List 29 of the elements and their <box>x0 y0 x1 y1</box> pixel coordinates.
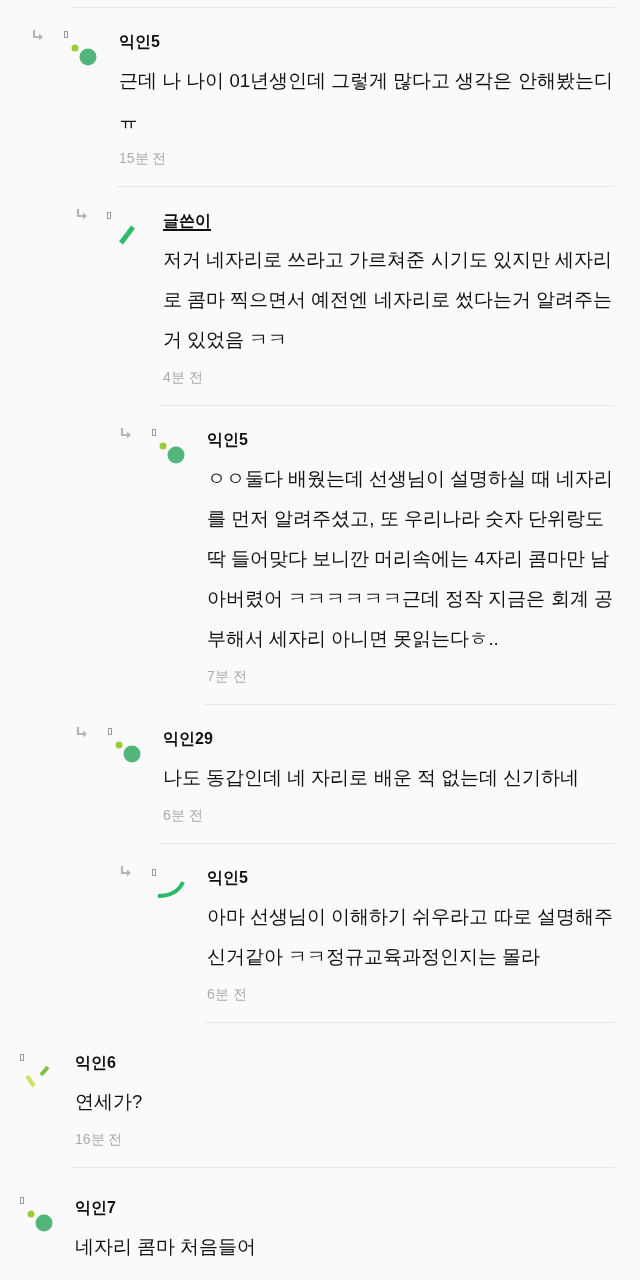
comment-text: ㅇㅇ둘다 배웠는데 선생님이 설명하실 때 네자리를 먼저 알려주셨고, 또 우리나라 숫자 단위랑도 딱 들어맞다 보니깐 머리속에는 4자리 콤마만 남아버렸어 ㅋㅋㅋㅋㅋㅋ근데 정작 지금은 회계 공부해서 세자리 아니면 못읽는다ㅎ.. <box>207 467 614 651</box>
reply-arrow-icon <box>120 428 132 439</box>
reply-arrow-icon <box>120 866 132 877</box>
reply-arrow-icon <box>32 30 44 41</box>
timestamp: 6분 전 <box>207 985 247 1004</box>
author-name: 익인5 <box>207 430 248 450</box>
comment-text: 연세가? <box>75 1090 144 1114</box>
comment-text: 근데 나 나이 01년생인데 그렇게 많다고 생각은 안해봤는디ㅠ <box>119 69 614 133</box>
author-name: 익인29 <box>163 729 213 749</box>
reply-arrow-icon <box>76 209 88 220</box>
author-name: 익인7 <box>75 1198 116 1218</box>
author-name: 익인6 <box>75 1053 116 1073</box>
author-name: 글쓴이 <box>163 211 211 231</box>
timestamp: 4분 전 <box>163 368 203 387</box>
timestamp: 16분 전 <box>75 1130 123 1149</box>
avatar-icon <box>150 428 186 466</box>
comment-text: 아마 선생님이 이해하기 쉬우라고 따로 설명해주신거같아 ㅋㅋ정규교육과정인지는 몰라 <box>207 905 614 969</box>
timestamp: 6분 전 <box>163 806 203 825</box>
avatar-icon <box>62 30 98 68</box>
timestamp: 7분 전 <box>207 667 247 686</box>
author-name: 익인5 <box>119 32 160 52</box>
comment-text: 나도 동갑인데 네 자리로 배운 적 없는데 신기하네 <box>163 766 580 790</box>
avatar-icon <box>18 1196 54 1234</box>
author-name: 익인5 <box>207 868 248 888</box>
comment-text: 네자리 콤마 처음들어 <box>75 1235 258 1259</box>
comment-text: 저거 네자리로 쓰라고 가르쳐준 시기도 있지만 세자리로 콤마 찍으면서 예전엔 네자리로 썼다는거 알려주는거 있었음 ㅋㅋ <box>163 248 613 352</box>
avatar-icon <box>106 727 142 765</box>
reply-arrow-icon <box>76 727 88 738</box>
timestamp: 15분 전 <box>119 149 167 168</box>
